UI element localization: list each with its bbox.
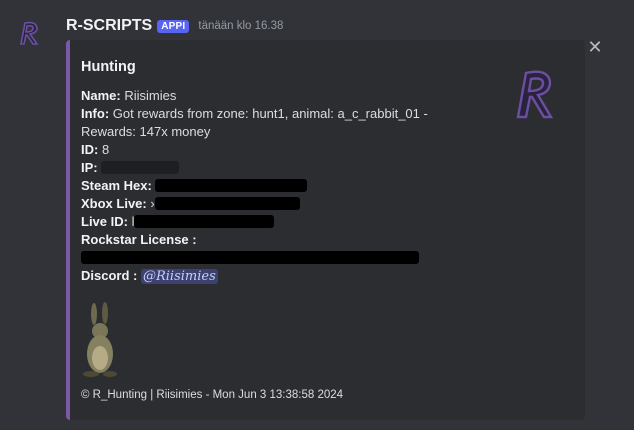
- embed: Hunting Name: Riisimies Info: Got reward…: [66, 40, 585, 420]
- embed-thumbnail-logo-icon[interactable]: [508, 65, 562, 123]
- embed-title: Hunting: [81, 59, 136, 75]
- discord-mention[interactable]: @Riisimies: [140, 269, 218, 284]
- embed-fields: Name: Riisimies Info: Got rewards from z…: [81, 87, 441, 286]
- message-header: R-SCRIPTS APPI tänään klo 16.38: [66, 17, 283, 35]
- field-name: Name: Riisimies: [81, 88, 177, 103]
- redacted-liveid: [134, 215, 275, 228]
- redacted-rockstar: [81, 251, 419, 264]
- app-badge: APPI: [157, 19, 190, 33]
- field-rockstar-value: [81, 249, 441, 267]
- redacted-ip: [101, 161, 180, 174]
- embed-footer: © R_Hunting | Riisimies - Mon Jun 3 13:3…: [81, 389, 344, 401]
- field-rockstar: Rockstar License :: [81, 232, 197, 247]
- message: R-SCRIPTS APPI tänään klo 16.38 ✕ Huntin…: [0, 0, 634, 430]
- field-info: Info: Got rewards from zone: hunt1, anim…: [81, 106, 428, 139]
- field-liveid: Live ID: l: [81, 213, 441, 231]
- close-icon[interactable]: ✕: [586, 38, 604, 56]
- username[interactable]: R-SCRIPTS: [66, 17, 152, 35]
- timestamp: tänään klo 16.38: [198, 20, 284, 32]
- rabbit-image[interactable]: [81, 302, 121, 382]
- field-ip: IP:: [81, 159, 441, 177]
- field-discord: Discord : @Riisimies: [81, 268, 218, 284]
- redacted-xbox: [154, 197, 300, 210]
- field-id: ID: 8: [81, 142, 110, 157]
- field-steam: Steam Hex:: [81, 177, 441, 195]
- redacted-steam: [155, 179, 308, 192]
- field-xbox: Xbox Live: ›: [81, 195, 441, 213]
- r-scripts-logo-icon[interactable]: [14, 17, 46, 49]
